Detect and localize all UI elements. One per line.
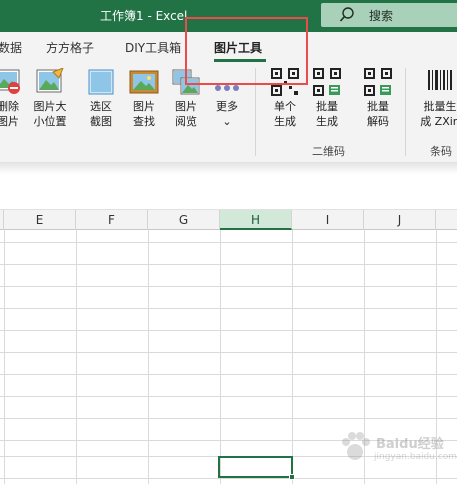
column-header-f[interactable]: F (76, 210, 148, 230)
search-box[interactable]: 搜索 (321, 3, 457, 27)
excel-window: 工作簿1 - Excel 搜索 数据 方方格子 DIY工具箱 图片工具 删除 图… (0, 0, 457, 484)
qr-batch-generate-button[interactable]: 批量 生成 (307, 68, 347, 129)
column-header-e[interactable]: E (4, 210, 76, 230)
barcode-icon (425, 68, 455, 96)
qr-single-label-1: 单个 (274, 100, 296, 113)
tab-fangfang[interactable]: 方方格子 (46, 39, 94, 56)
column-header-k-partial[interactable] (436, 210, 457, 230)
image-browse-label-2: 阅览 (175, 115, 197, 128)
image-size-label-1: 图片大 (33, 100, 67, 113)
image-gallery-icon (171, 68, 201, 96)
grid-hline (0, 242, 457, 243)
formula-area (0, 174, 457, 210)
column-header-h[interactable]: H (220, 210, 292, 230)
qr-batch-decode-button[interactable]: 批量 解码 (358, 68, 398, 129)
screenshot-icon (86, 68, 116, 96)
column-header-i[interactable]: I (292, 210, 364, 230)
qr-batch-label-1: 批量 (316, 100, 338, 113)
image-browse-label-1: 图片 (175, 100, 197, 113)
magnifier-icon (339, 7, 354, 22)
qr-single-label-2: 生成 (274, 115, 296, 128)
window-title: 工作簿1 - Excel (100, 9, 188, 23)
tab-diy-toolbox[interactable]: DIY工具箱 (125, 39, 181, 56)
tab-image-tools[interactable]: 图片工具 (214, 39, 262, 56)
watermark-text: Baidu经验 (376, 437, 444, 452)
active-cell-selection[interactable] (218, 456, 293, 478)
picture-frame-icon (129, 68, 159, 96)
more-dots-icon (212, 68, 242, 96)
barcode-batch-generate-button[interactable]: 批量生 成 ZXin (420, 68, 457, 129)
more-dropdown-icon: ⌄ (222, 115, 232, 128)
region-screenshot-label-2: 截图 (90, 115, 112, 128)
region-screenshot-label-1: 选区 (90, 100, 112, 113)
image-browse-button[interactable]: 图片 阅览 (166, 68, 206, 129)
tab-data[interactable]: 数据 (0, 39, 22, 56)
delete-image-icon (0, 68, 23, 96)
grid-vline (76, 230, 77, 484)
qr-decode-icon (363, 68, 393, 96)
ribbon-separator (255, 68, 256, 156)
grid-hline (0, 418, 457, 419)
group-label-barcode: 条码 (430, 145, 452, 158)
grid-hline (0, 330, 457, 331)
qr-single-generate-button[interactable]: 单个 生成 (265, 68, 305, 129)
image-find-label-1: 图片 (133, 100, 155, 113)
grid-vline (220, 230, 221, 484)
column-header-row: E F G H I J (0, 210, 457, 230)
grid-vline (292, 230, 293, 484)
column-header-j[interactable]: J (364, 210, 436, 230)
column-header-g[interactable]: G (148, 210, 220, 230)
group-label-qrcode: 二维码 (312, 145, 345, 158)
ribbon-shadow (0, 162, 457, 174)
grid-hline (0, 286, 457, 287)
delete-image-button[interactable]: 删除 图片 (0, 68, 28, 129)
baidu-watermark: Baidu经验 jingyan.baidu.com (338, 430, 457, 470)
qr-decode-label-2: 解码 (367, 115, 389, 128)
search-label: 搜索 (369, 9, 394, 23)
grid-hline (0, 308, 457, 309)
image-size-label-2: 小位置 (33, 115, 67, 128)
fill-handle[interactable] (289, 474, 295, 480)
more-button[interactable]: 更多 ⌄ (207, 68, 247, 129)
paw-logo-icon (342, 432, 370, 460)
grid-hline (0, 478, 457, 479)
grid-vline (148, 230, 149, 484)
qr-batch-icon (312, 68, 342, 96)
ribbon-tabs: 数据 方方格子 DIY工具箱 图片工具 (0, 32, 457, 62)
image-resize-icon (35, 67, 65, 96)
watermark-url: jingyan.baidu.com (374, 452, 457, 462)
grid-hline (0, 264, 457, 265)
image-size-position-button[interactable]: 图片大 小位置 (30, 67, 70, 129)
image-find-button[interactable]: 图片 查找 (124, 68, 164, 129)
ribbon: 删除 图片 图片大 小位置 选区 截图 图片 查找 图片 阅览 更多 ⌄ 单个 … (0, 62, 457, 162)
barcode-batch-label-2: 成 ZXin (420, 115, 457, 128)
grid-hline (0, 352, 457, 353)
barcode-batch-label-1: 批量生 (423, 100, 457, 113)
qr-decode-label-1: 批量 (367, 100, 389, 113)
grid-vline (4, 230, 5, 484)
qr-code-icon (270, 68, 300, 96)
more-label: 更多 (216, 100, 238, 113)
title-bar: 工作簿1 - Excel 搜索 (0, 0, 457, 32)
qr-batch-label-2: 生成 (316, 115, 338, 128)
delete-image-label-1: 删除 (0, 100, 19, 113)
grid-hline (0, 374, 457, 375)
grid-hline (0, 396, 457, 397)
delete-image-label-2: 图片 (0, 115, 19, 128)
ribbon-separator-2 (405, 68, 406, 156)
image-find-label-2: 查找 (133, 115, 155, 128)
region-screenshot-button[interactable]: 选区 截图 (81, 68, 121, 129)
